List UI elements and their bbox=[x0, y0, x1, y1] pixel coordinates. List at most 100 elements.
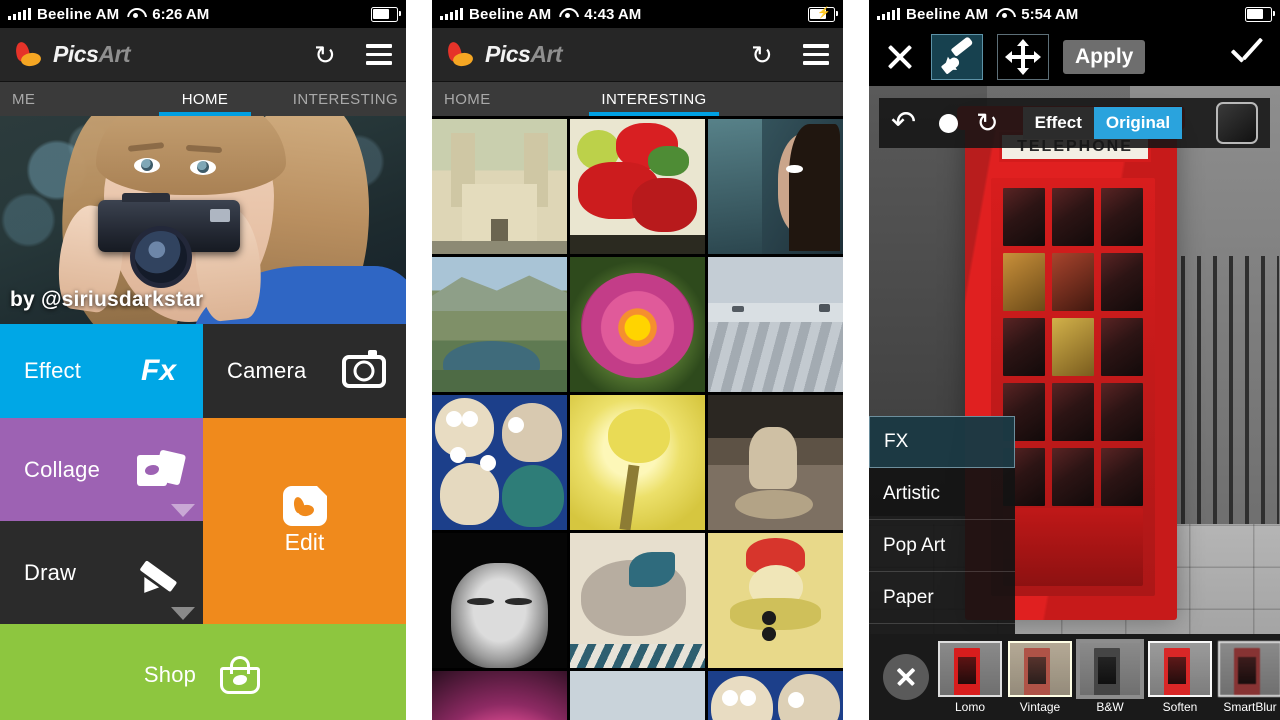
toggle-effect[interactable]: Effect bbox=[1022, 107, 1094, 139]
toggle-original[interactable]: Original bbox=[1093, 107, 1183, 139]
tab-bar: ME HOME INTERESTING bbox=[0, 82, 406, 116]
circle-dot-icon[interactable] bbox=[939, 113, 958, 133]
photo-sleeping-cat[interactable] bbox=[570, 533, 705, 668]
tab-interesting[interactable]: INTERESTING bbox=[269, 82, 406, 116]
rotate-icon[interactable]: ↻ bbox=[976, 109, 999, 137]
filter-filmstrip: Lomo Vintage B&W Soften SmartBlur bbox=[869, 634, 1280, 720]
photo-owl-plush-toys-2[interactable] bbox=[708, 671, 843, 720]
filter-thumb-smartblur[interactable]: SmartBlur bbox=[1218, 640, 1280, 714]
filter-thumb-bw[interactable]: B&W bbox=[1078, 640, 1142, 714]
photo-knitted-snowman[interactable] bbox=[708, 533, 843, 668]
clock-label: 4:43 AM bbox=[584, 5, 642, 23]
camera-icon bbox=[342, 349, 386, 388]
shopping-bag-icon bbox=[218, 655, 262, 695]
photo-bangs bbox=[96, 116, 286, 195]
tab-home[interactable]: HOME bbox=[432, 82, 564, 116]
photo-girl-behind-glass[interactable] bbox=[708, 119, 843, 254]
fx-menu-item-fx[interactable]: FX bbox=[869, 416, 1015, 468]
photo-snow-field[interactable] bbox=[708, 257, 843, 392]
hamburger-menu-icon[interactable] bbox=[803, 44, 829, 65]
filter-preview-image bbox=[1008, 640, 1072, 697]
signal-bars-icon bbox=[440, 8, 463, 20]
tile-collage[interactable]: Collage bbox=[0, 418, 203, 521]
fx-menu-item-artistic[interactable]: Artistic bbox=[869, 468, 1015, 520]
filter-thumb-soften[interactable]: Soften bbox=[1148, 640, 1212, 714]
tile-row-1: Effect Fx Camera bbox=[0, 324, 406, 418]
booth-door bbox=[991, 178, 1155, 596]
paintbrush-tool-button[interactable] bbox=[931, 34, 983, 80]
tile-row-3: Shop bbox=[0, 624, 406, 720]
apply-button[interactable]: Apply bbox=[1063, 40, 1146, 74]
tile-edit[interactable]: Edit bbox=[203, 418, 406, 624]
photo-snow-horizon[interactable] bbox=[570, 671, 705, 720]
photo-mountain-lake[interactable] bbox=[432, 257, 567, 392]
tile-shop[interactable]: Shop bbox=[0, 624, 406, 720]
chevron-down-icon[interactable] bbox=[171, 504, 195, 517]
photo-yellow-blossoms[interactable] bbox=[570, 395, 705, 530]
checkmark-icon[interactable] bbox=[1228, 42, 1266, 72]
booth-base bbox=[1003, 508, 1143, 586]
app-logo[interactable]: PicsArt bbox=[446, 40, 563, 68]
photo-pink-water-lily[interactable] bbox=[570, 257, 705, 392]
photo-colonial-church[interactable] bbox=[432, 119, 567, 254]
photo-black-and-white-portrait[interactable] bbox=[432, 533, 567, 668]
edit-badge-icon bbox=[282, 486, 327, 526]
photo-owl-plush-toys[interactable] bbox=[432, 395, 567, 530]
status-bar: Beeline AM 6:26 AM bbox=[0, 0, 406, 28]
app-title-part1: Pics bbox=[53, 41, 99, 67]
picsart-logo-icon bbox=[14, 40, 44, 68]
fx-menu-item-pop-art[interactable]: Pop Art bbox=[869, 520, 1015, 572]
thumbnail-preview-icon[interactable] bbox=[1216, 102, 1258, 144]
filter-preview-image bbox=[1218, 640, 1280, 697]
photo-eye-right bbox=[190, 160, 216, 175]
phone-panel-interesting: Beeline AM 4:43 AM ⚡ PicsArt ↻ HOME INTE… bbox=[432, 0, 843, 720]
fx-menu-item-paper[interactable]: Paper bbox=[869, 572, 1015, 624]
tab-me[interactable]: ME bbox=[0, 82, 141, 116]
carrier-label: Beeline AM bbox=[906, 5, 989, 23]
tile-shop-label: Shop bbox=[143, 662, 197, 687]
tile-effect-label: Effect bbox=[24, 358, 82, 383]
close-x-icon[interactable] bbox=[883, 40, 917, 74]
carrier-label: Beeline AM bbox=[469, 5, 552, 23]
phone-panel-editor: Beeline AM 5:54 AM Apply ↶ ↻ Effect Orig… bbox=[869, 0, 1280, 720]
clock-label: 6:26 AM bbox=[152, 5, 210, 23]
filter-label: Lomo bbox=[954, 699, 986, 714]
photo-camera-lens bbox=[130, 226, 192, 288]
hamburger-menu-icon[interactable] bbox=[366, 44, 392, 65]
filter-preview-image bbox=[938, 640, 1002, 697]
app-logo[interactable]: PicsArt bbox=[14, 40, 131, 68]
undo-arrow-icon[interactable]: ↶ bbox=[891, 108, 921, 138]
app-title: PicsArt bbox=[53, 41, 131, 68]
app-bar-actions: ↻ bbox=[314, 42, 392, 68]
chevron-down-icon[interactable] bbox=[171, 607, 195, 620]
editor-canvas[interactable]: TELEPHONE ↶ ↻ Effect Original bbox=[869, 86, 1280, 694]
tab-home[interactable]: HOME bbox=[141, 82, 270, 116]
tile-effect[interactable]: Effect Fx bbox=[0, 324, 203, 418]
tab-interesting[interactable]: INTERESTING bbox=[564, 82, 744, 116]
tile-camera[interactable]: Camera bbox=[203, 324, 406, 418]
refresh-icon[interactable]: ↻ bbox=[751, 42, 777, 68]
move-tool-button[interactable] bbox=[997, 34, 1049, 80]
filter-thumb-lomo[interactable]: Lomo bbox=[938, 640, 1002, 714]
close-circle-icon[interactable] bbox=[883, 654, 929, 700]
battery-charging-icon: ⚡ bbox=[808, 6, 839, 22]
screenshot-stage: Beeline AM 6:26 AM PicsArt ↻ ME HOME INT… bbox=[0, 0, 1280, 720]
home-tile-grid: Effect Fx Camera Collage Draw Edit Shop bbox=[0, 324, 406, 720]
battery-icon bbox=[1245, 6, 1276, 22]
photo-pink-lotus-closeup[interactable] bbox=[432, 671, 567, 720]
filter-label: SmartBlur bbox=[1223, 699, 1277, 714]
wifi-icon bbox=[996, 8, 1012, 20]
app-bar-actions: ↻ bbox=[751, 42, 829, 68]
booth-window-panes bbox=[1003, 188, 1143, 506]
photo-red-green-flower-bouquet[interactable] bbox=[570, 119, 705, 254]
photo-eye-left bbox=[134, 158, 160, 173]
tile-draw[interactable]: Draw bbox=[0, 521, 203, 624]
wifi-icon bbox=[127, 8, 143, 20]
featured-photo[interactable]: by @siriusdarkstar bbox=[0, 116, 406, 324]
effect-original-toggle: Effect Original bbox=[1022, 107, 1183, 139]
photo-sand-sculpture[interactable] bbox=[708, 395, 843, 530]
filter-thumb-vintage[interactable]: Vintage bbox=[1008, 640, 1072, 714]
app-title: PicsArt bbox=[485, 41, 563, 68]
refresh-icon[interactable]: ↻ bbox=[314, 42, 340, 68]
app-title-part2: Art bbox=[530, 41, 563, 67]
